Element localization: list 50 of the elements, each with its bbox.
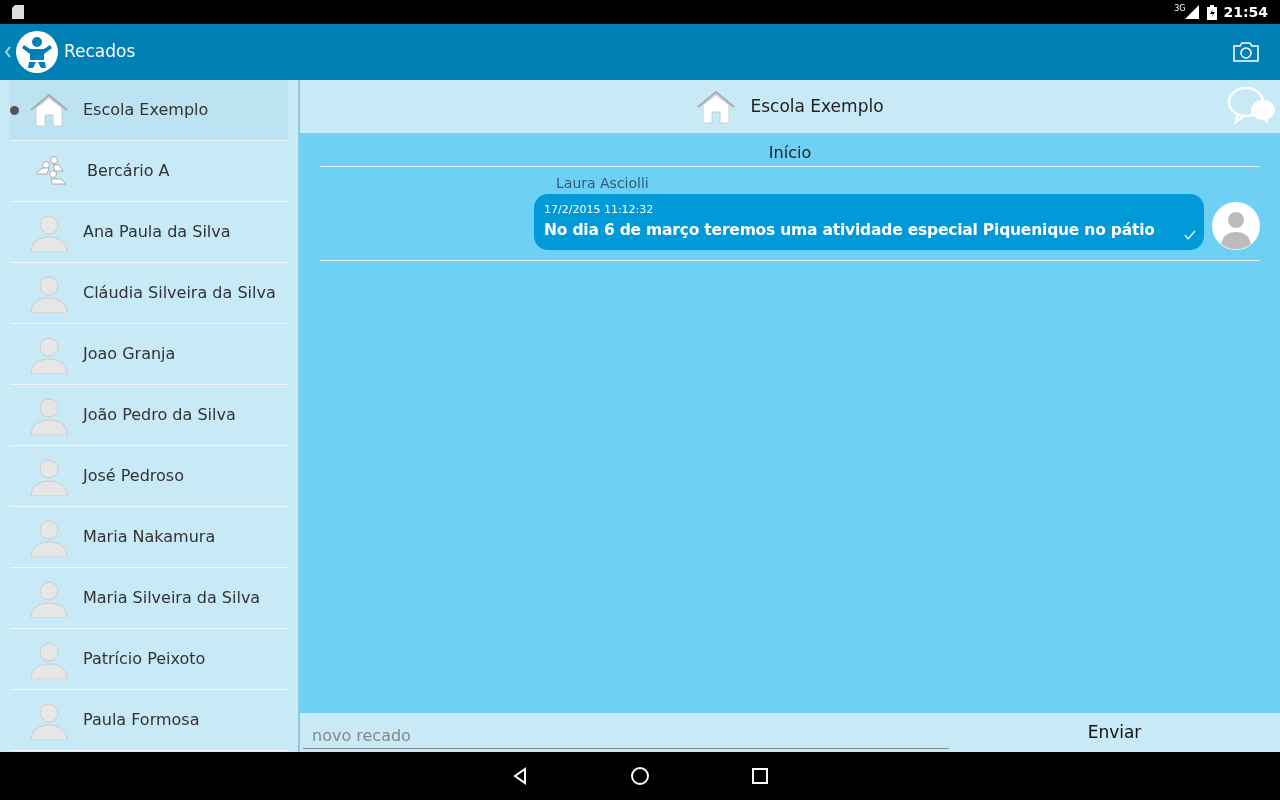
signal-icon [1185,5,1200,19]
camera-icon[interactable] [1232,41,1260,63]
house-icon [696,89,737,124]
baby-logo-icon [16,31,58,73]
contact-name: Bercário A [87,162,171,180]
contact-name: João Pedro da Silva [83,406,237,424]
person-silhouette-icon [29,273,69,313]
person-silhouette-icon [29,334,69,374]
contact-name: José Pedroso [83,467,185,485]
contact-name: Ana Paula da Silva [83,223,232,241]
home-icon[interactable] [630,766,650,786]
app-title: Recados [64,40,136,64]
send-button[interactable]: Enviar [949,713,1280,752]
network-type: 3G [1174,3,1186,15]
contact-item[interactable]: Patrício Peixoto [10,629,288,690]
sender-name: Laura Asciolli [555,174,650,193]
person-silhouette-icon [29,212,69,252]
contact-name: Paula Formosa [83,711,201,729]
contact-item[interactable]: Escola Exemplo [10,80,288,141]
contact-name: Maria Silveira da Silva [83,589,262,607]
conversation-title: Escola Exemplo [750,94,884,118]
contact-name: Joao Granja [83,345,177,363]
contact-name: Patrício Peixoto [83,650,207,668]
contact-item[interactable]: Maria Nakamura [10,507,288,568]
battery-icon [1207,4,1218,20]
avatar-icon [1212,201,1260,250]
contact-item[interactable]: Ana Paula da Silva [10,202,288,263]
contact-item[interactable]: Maria Silveira da Silva [10,568,288,629]
person-silhouette-icon [29,578,69,618]
message-text: No dia 6 de março teremos uma atividade especial Piquenique no pátio [544,219,1156,241]
contact-item[interactable]: Joao Granja [10,324,288,385]
section-heading: Início [320,133,1260,167]
person-silhouette-icon [29,517,69,557]
sd-card-icon [12,5,24,19]
contact-item[interactable]: Paula Formosa [10,690,288,751]
person-silhouette-icon [29,639,69,679]
person-silhouette-icon [29,456,69,496]
recents-icon[interactable] [750,766,770,786]
house-icon [29,93,69,127]
contact-name: Maria Nakamura [83,528,217,546]
person-silhouette-icon [29,700,69,740]
contact-item[interactable]: Cláudia Silveira da Silva [10,263,288,324]
contact-item[interactable]: João Pedro da Silva [10,385,288,446]
contact-item[interactable]: José Pedroso [10,446,288,507]
message-timestamp: 17/2/2015 11:12:32 [544,202,655,218]
contact-name: Escola Exemplo [83,101,210,119]
contact-item[interactable]: Bercário A [10,141,288,202]
clock: 21:54 [1223,2,1268,22]
person-silhouette-icon [29,395,69,435]
contact-name: Cláudia Silveira da Silva [83,284,277,302]
